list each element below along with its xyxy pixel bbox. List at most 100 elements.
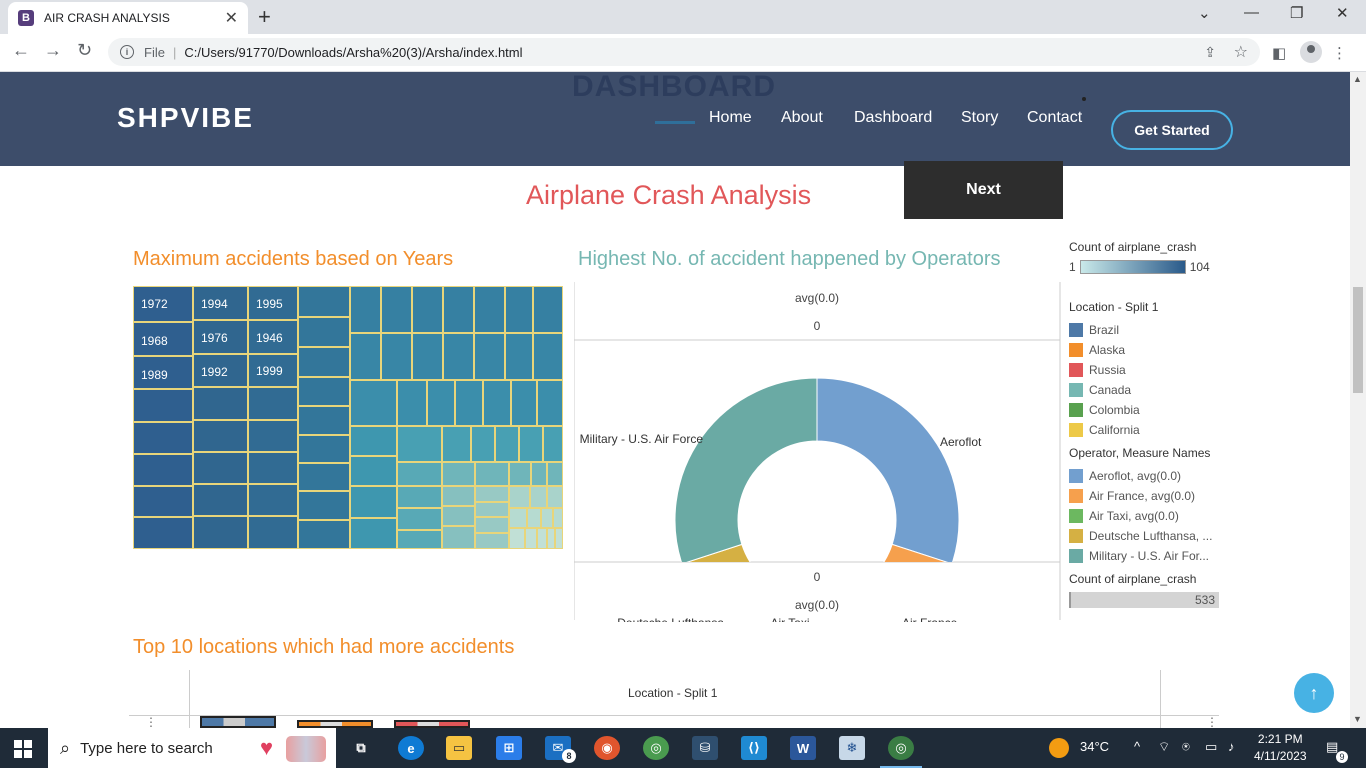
nav-about[interactable]: About	[781, 109, 823, 127]
operator-legend-item[interactable]: Military - U.S. Air For...	[1069, 546, 1229, 566]
treemap-cell[interactable]	[298, 520, 350, 549]
scroll-thumb[interactable]	[1353, 287, 1363, 393]
forward-icon[interactable]: →	[44, 40, 62, 61]
treemap-cell[interactable]	[474, 333, 505, 380]
scroll-up-icon[interactable]: ▲	[1353, 74, 1362, 84]
treemap-cell[interactable]	[248, 516, 298, 549]
treemap-cell[interactable]	[298, 491, 350, 520]
location-legend-item[interactable]: Canada	[1069, 380, 1229, 400]
task-view-icon[interactable]: ⧉	[348, 736, 374, 760]
treemap-cell[interactable]	[350, 518, 397, 549]
treemap-cell[interactable]	[547, 528, 555, 549]
treemap-cell[interactable]	[350, 456, 397, 486]
word-icon[interactable]: W	[790, 736, 816, 760]
treemap-cell[interactable]	[474, 286, 505, 333]
back-to-top-button[interactable]: ↑	[1294, 673, 1334, 713]
tray-chevron-icon[interactable]: ^	[1134, 739, 1140, 754]
treemap-cell[interactable]	[397, 508, 442, 530]
treemap-cell[interactable]	[193, 452, 248, 484]
treemap-cell[interactable]	[443, 333, 474, 380]
url-text[interactable]: C:/Users/91770/Downloads/Arsha%20(3)/Ars…	[184, 45, 522, 60]
vpn-icon[interactable]: ⍟	[1182, 739, 1190, 755]
volume-icon[interactable]: ♪	[1228, 739, 1235, 754]
treemap-cell[interactable]	[543, 426, 563, 462]
location-bar-brazil[interactable]	[200, 716, 276, 728]
treemap-cell[interactable]	[397, 426, 442, 462]
treemap-cell[interactable]	[442, 462, 475, 486]
bookmark-star-icon[interactable]: ☆	[1234, 42, 1248, 62]
treemap-cell[interactable]	[519, 426, 543, 462]
treemap-cell[interactable]	[427, 380, 455, 426]
treemap-cell[interactable]	[475, 462, 509, 486]
operator-legend-item[interactable]: Air France, avg(0.0)	[1069, 486, 1229, 506]
location-legend-item[interactable]: California	[1069, 420, 1229, 440]
browser-tab[interactable]: B AIR CRASH ANALYSIS ✕	[8, 2, 248, 34]
treemap-cell[interactable]	[298, 377, 350, 406]
battery-icon[interactable]: ▭	[1205, 739, 1217, 755]
treemap-cell[interactable]	[298, 435, 350, 463]
wifi-icon[interactable]: ⌔	[1158, 739, 1170, 755]
treemap-cell[interactable]	[381, 286, 412, 333]
edge-icon[interactable]: e	[398, 736, 424, 760]
restore-icon[interactable]: ❐	[1290, 4, 1303, 22]
operator-legend-item[interactable]: Deutsche Lufthansa, ...	[1069, 526, 1229, 546]
get-started-button[interactable]: Get Started	[1111, 110, 1233, 150]
treemap-cell[interactable]	[509, 486, 530, 508]
new-tab-icon[interactable]: +	[258, 4, 271, 30]
weather-temp[interactable]: 34°C	[1080, 739, 1109, 754]
treemap-cell[interactable]	[527, 508, 541, 528]
location-bar-russia[interactable]	[394, 720, 470, 728]
vscode-icon[interactable]: ⟨⟩	[741, 736, 767, 760]
taskbar-search[interactable]: ⌕ Type here to search ♥	[48, 728, 336, 768]
treemap-cell[interactable]	[248, 452, 298, 484]
share-icon[interactable]: ⇪	[1204, 44, 1216, 61]
snowflake-app-icon[interactable]: ❄	[839, 736, 865, 760]
treemap-cell[interactable]	[397, 462, 442, 486]
treemap-cell[interactable]	[505, 286, 533, 333]
windows-start-icon[interactable]	[14, 740, 32, 758]
location-chart-menu-icon[interactable]: ⋮	[145, 715, 157, 728]
treemap-cell[interactable]	[495, 426, 519, 462]
treemap-cell[interactable]	[248, 484, 298, 516]
location-legend-item[interactable]: Colombia	[1069, 400, 1229, 420]
profile-avatar[interactable]	[1300, 41, 1322, 63]
treemap-cell[interactable]	[483, 380, 511, 426]
treemap-cell[interactable]	[537, 528, 547, 549]
treemap-cell[interactable]	[541, 508, 553, 528]
treemap-cell[interactable]	[397, 380, 427, 426]
more-menu-icon[interactable]: ⋮	[1332, 44, 1347, 62]
donut-slice[interactable]	[674, 377, 818, 564]
reload-icon[interactable]: ↻	[77, 40, 92, 61]
location-legend-item[interactable]: Brazil	[1069, 320, 1229, 340]
treemap-cell[interactable]	[505, 333, 533, 380]
treemap-cell[interactable]	[555, 528, 563, 549]
treemap-cell[interactable]	[533, 333, 563, 380]
treemap-cell[interactable]	[298, 463, 350, 491]
treemap-cell[interactable]	[350, 380, 397, 426]
site-info-icon[interactable]: i	[120, 45, 134, 59]
close-window-icon[interactable]: ✕	[1336, 4, 1349, 22]
mysql-workbench-icon[interactable]: ⛁	[692, 736, 718, 760]
treemap-cell[interactable]	[475, 502, 509, 517]
treemap-cell[interactable]	[193, 387, 248, 420]
page-scrollbar[interactable]: ▲ ▼	[1350, 72, 1366, 728]
treemap-cell[interactable]	[525, 528, 537, 549]
site-logo[interactable]: SHPVIBE	[117, 102, 254, 134]
weather-sun-icon[interactable]	[1049, 738, 1069, 758]
treemap-cell[interactable]	[412, 286, 443, 333]
treemap-cell[interactable]	[533, 286, 563, 333]
address-bar[interactable]: i File | C:/Users/91770/Downloads/Arsha%…	[108, 38, 1260, 66]
scroll-down-icon[interactable]: ▼	[1353, 714, 1362, 724]
treemap-cell[interactable]	[248, 420, 298, 452]
treemap-cell[interactable]	[298, 347, 350, 377]
nav-contact[interactable]: Contact	[1027, 109, 1082, 127]
treemap-cell[interactable]	[298, 406, 350, 435]
treemap-cell[interactable]	[133, 422, 193, 454]
treemap-cell[interactable]	[537, 380, 563, 426]
treemap-cell[interactable]	[509, 508, 527, 528]
treemap-cell[interactable]	[442, 506, 475, 526]
treemap-cell[interactable]	[397, 530, 442, 549]
system-clock[interactable]: 2:21 PM 4/11/2023	[1254, 731, 1307, 765]
treemap-cell[interactable]	[350, 286, 381, 333]
treemap-cell[interactable]	[298, 317, 350, 347]
